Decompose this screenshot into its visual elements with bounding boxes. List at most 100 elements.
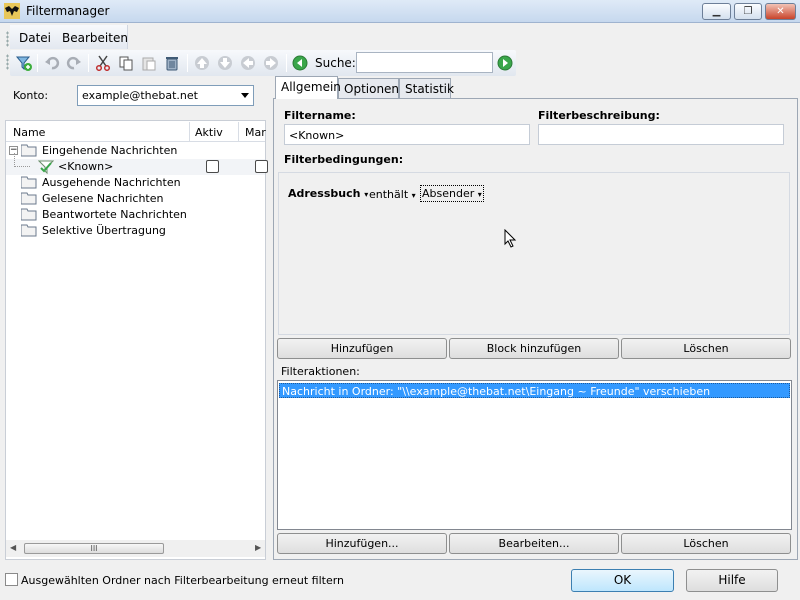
scroll-left-icon[interactable]: ◀ — [10, 543, 16, 552]
filter-tree[interactable]: Name Aktiv Mar − Eingehende Nachrichten … — [5, 120, 268, 560]
search-input[interactable] — [356, 52, 493, 73]
tab-statistik[interactable]: Statistik — [399, 78, 454, 98]
search-next-icon — [497, 55, 513, 71]
condition-field-dropdown[interactable]: Adressbuch ▾ — [288, 187, 368, 200]
move-up-button[interactable] — [192, 53, 212, 73]
konto-select[interactable]: example@thebat.net — [77, 85, 254, 106]
search-prev-button[interactable] — [290, 53, 310, 73]
restore-icon: ❐ — [743, 6, 753, 17]
cut-button[interactable] — [93, 53, 113, 73]
condition-add-button[interactable]: Hinzufügen — [277, 338, 447, 359]
filterbeschreibung-field[interactable] — [538, 124, 784, 145]
menu-datei[interactable]: Datei — [19, 31, 51, 45]
ok-button[interactable]: OK — [571, 569, 674, 592]
scroll-right-icon[interactable]: ▶ — [255, 543, 261, 552]
filteraktionen-label: Filteraktionen: — [281, 365, 360, 378]
search-prev-icon — [292, 55, 308, 71]
tree-item-label: Eingehende Nachrichten — [42, 144, 178, 157]
column-mar[interactable]: Mar — [245, 126, 266, 139]
folder-icon — [21, 176, 37, 189]
tree-item-label: <Known> — [58, 160, 114, 173]
folder-icon — [21, 224, 37, 237]
delete-icon — [166, 57, 178, 71]
folder-icon — [21, 192, 37, 205]
dropdown-arrow-icon: ▾ — [411, 191, 416, 200]
search-next-button[interactable] — [495, 53, 515, 73]
tree-header: Name Aktiv Mar — [6, 121, 266, 142]
tree-item-label: Beantwortete Nachrichten — [42, 208, 187, 221]
refilter-label: Ausgewählten Ordner nach Filterbearbeitu… — [21, 574, 345, 587]
action-delete-button[interactable]: Löschen — [621, 533, 791, 554]
mar-checkbox[interactable] — [255, 160, 268, 173]
close-icon: ✕ — [776, 6, 785, 17]
window-title: Filtermanager — [26, 4, 110, 18]
tree-item-label: Selektive Übertragung — [42, 224, 166, 237]
copy-icon — [119, 56, 133, 71]
move-down-button[interactable] — [215, 53, 235, 73]
scroll-thumb[interactable]: III — [24, 543, 164, 554]
redo-icon — [66, 56, 81, 70]
tree-item-beantwortete[interactable]: Beantwortete Nachrichten — [6, 207, 265, 223]
search-label: Suche: — [315, 56, 356, 70]
paste-icon — [142, 57, 156, 71]
move-right-icon — [264, 56, 278, 70]
minimize-icon: ▁ — [712, 6, 721, 17]
aktiv-checkbox[interactable] — [206, 160, 219, 173]
minimize-button[interactable]: ▁ — [702, 3, 731, 20]
move-left-button[interactable] — [238, 53, 258, 73]
folder-icon — [21, 208, 37, 221]
move-left-icon — [241, 56, 255, 70]
mouse-cursor-icon — [504, 229, 517, 248]
condition-value-dropdown[interactable]: Absender ▾ — [420, 185, 484, 202]
maximize-button[interactable]: ❐ — [734, 3, 762, 20]
column-name[interactable]: Name — [13, 126, 45, 139]
tree-item-label: Ausgehende Nachrichten — [42, 176, 181, 189]
toolbar-grip-handle[interactable] — [6, 54, 9, 70]
filter-actions-list[interactable]: Nachricht in Ordner: "\\example@thebat.n… — [277, 380, 792, 530]
column-aktiv[interactable]: Aktiv — [195, 126, 223, 139]
refilter-checkbox[interactable] — [5, 573, 18, 586]
close-button[interactable]: ✕ — [765, 3, 796, 20]
tree-item-eingehende[interactable]: − Eingehende Nachrichten — [6, 143, 265, 159]
add-filter-button[interactable] — [14, 53, 34, 73]
tree-item-known[interactable]: <Known> — [6, 153, 268, 175]
redo-button[interactable] — [64, 53, 84, 73]
delete-button[interactable] — [162, 53, 182, 73]
cut-icon — [95, 55, 111, 71]
list-item[interactable]: Nachricht in Ordner: "\\example@thebat.n… — [279, 383, 790, 398]
condition-delete-button[interactable]: Löschen — [621, 338, 791, 359]
konto-value: example@thebat.net — [82, 89, 198, 102]
tree-item-label: Gelesene Nachrichten — [42, 192, 164, 205]
paste-button[interactable] — [139, 53, 159, 73]
copy-button[interactable] — [116, 53, 136, 73]
the-bat-app-icon — [4, 3, 20, 19]
filterbedingungen-label: Filterbedingungen: — [284, 153, 404, 166]
add-filter-icon — [15, 56, 32, 71]
tree-item-selektive[interactable]: Selektive Übertragung — [6, 223, 265, 239]
tab-allgemein[interactable]: Allgemein — [275, 76, 341, 99]
action-add-button[interactable]: Hinzufügen... — [277, 533, 447, 554]
tree-item-ausgehende[interactable]: Ausgehende Nachrichten — [6, 175, 265, 191]
filtername-field[interactable]: <Known> — [284, 124, 530, 145]
action-edit-button[interactable]: Bearbeiten... — [449, 533, 619, 554]
undo-button[interactable] — [42, 53, 62, 73]
dropdown-arrow-icon: ▾ — [364, 190, 369, 199]
move-down-icon — [218, 56, 232, 70]
filtername-label: Filtername: — [284, 109, 356, 122]
tab-optionen[interactable]: Optionen — [338, 78, 399, 98]
tree-item-gelesene[interactable]: Gelesene Nachrichten — [6, 191, 265, 207]
filterbeschreibung-label: Filterbeschreibung: — [538, 109, 660, 122]
move-right-button[interactable] — [261, 53, 281, 73]
filter-icon — [38, 160, 54, 175]
menu-bearbeiten[interactable]: Bearbeiten — [62, 31, 128, 45]
konto-label: Konto: — [13, 89, 49, 102]
condition-operator-dropdown[interactable]: enthält ▾ — [369, 188, 416, 201]
menu-grip-handle[interactable] — [6, 31, 9, 47]
condition-add-block-button[interactable]: Block hinzufügen — [449, 338, 619, 359]
title-bar: Filtermanager ▁ ❐ ✕ — [0, 0, 800, 23]
dropdown-arrow-icon: ▾ — [477, 190, 482, 199]
undo-icon — [45, 56, 60, 70]
tree-horizontal-scrollbar[interactable]: ◀ III ▶ — [6, 540, 265, 557]
move-up-icon — [195, 56, 209, 70]
help-button[interactable]: Hilfe — [686, 569, 778, 592]
